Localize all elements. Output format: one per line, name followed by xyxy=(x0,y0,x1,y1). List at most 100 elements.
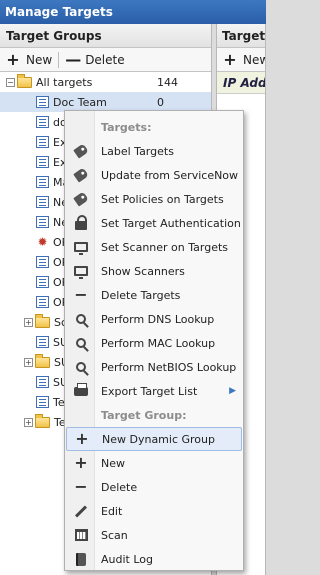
minus-icon: — xyxy=(65,49,82,69)
menu-item-perform-dns-lookup[interactable]: Perform DNS Lookup xyxy=(66,307,242,331)
target-list-icon xyxy=(36,216,49,228)
menu-item-label: Set Policies on Targets xyxy=(101,192,224,206)
monitor-icon xyxy=(66,259,96,283)
menu-item-label: Export Target List xyxy=(101,384,198,398)
search-icon xyxy=(66,355,96,379)
target-list-icon xyxy=(36,116,49,128)
menu-item-edit[interactable]: Edit xyxy=(66,499,242,523)
tree-item-count: 144 xyxy=(157,75,178,89)
new-target-label: New xyxy=(243,52,265,67)
target-groups-header: Target Groups xyxy=(0,24,211,48)
menu-item-set-target-authentication[interactable]: Set Target Authentication xyxy=(66,211,242,235)
target-list-icon xyxy=(36,176,49,188)
menu-item-update-from-servicenow[interactable]: Update from ServiceNow xyxy=(66,163,242,187)
search-icon xyxy=(66,307,96,331)
menu-item-label: Set Scanner on Targets xyxy=(101,240,229,254)
target-list-icon xyxy=(36,296,49,308)
menu-item-show-scanners[interactable]: Show Scanners xyxy=(66,259,242,283)
menu-item-label: Scan xyxy=(101,528,128,542)
delete-group-button[interactable]: — Delete xyxy=(59,49,130,71)
target-list-icon xyxy=(36,336,49,348)
tag-icon xyxy=(66,139,96,163)
menu-item-perform-netbios-lookup[interactable]: Perform NetBIOS Lookup xyxy=(66,355,242,379)
menu-item-label: Update from ServiceNow xyxy=(101,168,239,182)
target-list-icon xyxy=(36,256,49,268)
menu-item-label: Set Target Authentication xyxy=(101,216,241,230)
minus-icon: − xyxy=(74,285,88,304)
context-menu: Targets: Label Targets Update from Service… xyxy=(64,110,244,571)
menu-section-targets: Targets: xyxy=(66,115,242,139)
menu-item-label: New xyxy=(101,456,125,470)
menu-item-label: Perform DNS Lookup xyxy=(101,312,215,326)
menu-section-target-group: Target Group: xyxy=(66,403,242,427)
menu-item-scan[interactable]: Scan xyxy=(66,523,242,547)
tree-expander-icon[interactable]: + xyxy=(24,417,33,427)
menu-item-label: Perform MAC Lookup xyxy=(101,336,216,350)
target-list-icon xyxy=(36,96,49,108)
minus-icon: − xyxy=(74,477,88,496)
target-list-icon xyxy=(36,376,49,388)
folder-icon xyxy=(35,313,50,328)
menu-item-label: Show Scanners xyxy=(101,264,185,278)
new-group-button[interactable]: + New xyxy=(0,49,58,71)
submenu-arrow-icon: ▶ xyxy=(229,386,236,396)
monitor-icon xyxy=(66,235,96,259)
menu-item-new-dynamic-group[interactable]: + New Dynamic Group xyxy=(66,427,242,451)
target-list-icon xyxy=(36,196,49,208)
menu-item-new[interactable]: + New xyxy=(66,451,242,475)
menu-item-export-target-list[interactable]: Export Target List ▶ xyxy=(66,379,242,403)
folder-icon xyxy=(35,413,50,428)
menu-item-delete-targets[interactable]: − Delete Targets xyxy=(66,283,242,307)
menu-item-perform-mac-lookup[interactable]: Perform MAC Lookup xyxy=(66,331,242,355)
tree-expander-icon[interactable]: + xyxy=(24,357,33,367)
dynamic-group-icon: ✹ xyxy=(37,235,48,249)
menu-gutter-blank xyxy=(66,403,96,427)
search-icon xyxy=(66,331,96,355)
menu-item-label: Edit xyxy=(101,504,123,518)
target-list-icon xyxy=(36,276,49,288)
window-title: Manage Targets xyxy=(0,0,266,24)
menu-item-label: Targets: xyxy=(101,120,152,134)
menu-item-delete[interactable]: − Delete xyxy=(66,475,242,499)
menu-item-set-policies-on-targets[interactable]: Set Policies on Targets xyxy=(66,187,242,211)
ip-address-column-header[interactable]: IP Addre xyxy=(217,72,265,94)
plus-icon: + xyxy=(74,453,88,472)
tree-item-label: Doc Team xyxy=(53,95,107,109)
menu-item-label-targets[interactable]: Label Targets xyxy=(66,139,242,163)
plus-icon: + xyxy=(223,49,237,69)
book-icon xyxy=(66,547,96,571)
calendar-icon xyxy=(66,523,96,547)
tree-item[interactable]: − All targets 144 xyxy=(0,72,211,92)
menu-item-audit-log[interactable]: Audit Log xyxy=(66,547,242,571)
menu-item-label: Label Targets xyxy=(101,144,174,158)
menu-gutter-blank xyxy=(66,115,96,139)
targets-header: Targets xyxy=(217,24,265,48)
tree-expander-icon[interactable]: − xyxy=(6,77,15,87)
menu-item-label: Delete xyxy=(101,480,138,494)
delete-group-label: Delete xyxy=(85,52,125,67)
tree-item-label: Te xyxy=(53,395,65,409)
tree-item-count: 0 xyxy=(157,95,164,109)
menu-item-label: New Dynamic Group xyxy=(102,432,215,446)
tag-icon xyxy=(66,163,96,187)
target-list-icon xyxy=(36,156,49,168)
tree-expander-icon[interactable]: + xyxy=(24,317,33,327)
menu-item-set-scanner-on-targets[interactable]: Set Scanner on Targets xyxy=(66,235,242,259)
menu-item-label: Delete Targets xyxy=(101,288,181,302)
plus-icon: + xyxy=(75,429,89,448)
tree-item-label: All targets xyxy=(36,75,93,89)
menu-item-label: Target Group: xyxy=(101,408,187,422)
menu-item-label: Audit Log xyxy=(101,552,153,566)
target-groups-toolbar: + New — Delete xyxy=(0,48,211,72)
new-target-button[interactable]: + New xyxy=(217,49,265,71)
folder-icon xyxy=(17,73,32,88)
target-list-icon xyxy=(36,396,49,408)
target-list-icon xyxy=(36,136,49,148)
lock-icon xyxy=(66,211,96,235)
folder-icon xyxy=(35,353,50,368)
printer-icon xyxy=(66,379,96,403)
pencil-icon xyxy=(66,499,96,523)
tree-item[interactable]: Doc Team 0 xyxy=(0,92,211,112)
plus-icon: + xyxy=(6,49,20,69)
new-group-label: New xyxy=(26,52,53,67)
